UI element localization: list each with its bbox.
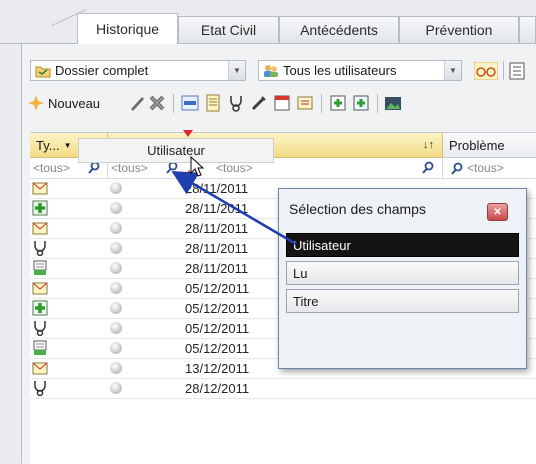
toolbar-separator bbox=[321, 94, 322, 113]
search-icon[interactable] bbox=[451, 162, 463, 175]
filter-probleme[interactable]: <tous> bbox=[443, 158, 536, 178]
tab-overflow[interactable] bbox=[519, 16, 536, 43]
edit-icon[interactable] bbox=[128, 94, 146, 112]
read-status-icon bbox=[110, 302, 122, 314]
add-record-icon[interactable] bbox=[329, 94, 347, 112]
glasses-icon[interactable] bbox=[474, 62, 498, 80]
tab-label: Antécédents bbox=[300, 22, 378, 38]
dossier-combo-value: Dossier complet bbox=[55, 63, 149, 78]
row-date: 28/11/2011 bbox=[185, 221, 249, 236]
stethoscope-icon bbox=[34, 321, 46, 336]
close-icon[interactable]: ✕ bbox=[487, 203, 508, 221]
row-date: 05/12/2011 bbox=[185, 341, 250, 356]
toolbar-separator bbox=[377, 94, 378, 113]
field-item-utilisateur[interactable]: Utilisateur bbox=[286, 233, 519, 257]
stethoscope-icon bbox=[34, 241, 46, 256]
mouse-cursor-icon bbox=[190, 156, 205, 177]
report-icon bbox=[33, 340, 47, 355]
row-date: 28/11/2011 bbox=[185, 201, 249, 216]
folder-icon bbox=[35, 66, 51, 77]
tab-historique[interactable]: Historique bbox=[77, 13, 178, 44]
tab-prevention[interactable]: Prévention bbox=[399, 16, 519, 43]
field-chooser-dialog: Sélection des champs ✕ Utilisateur Lu Ti… bbox=[278, 188, 527, 369]
mail-icon bbox=[32, 282, 48, 295]
html-doc-icon[interactable] bbox=[181, 94, 199, 112]
column-header-label: Ty... bbox=[36, 137, 60, 153]
users-combo-value: Tous les utilisateurs bbox=[283, 63, 397, 78]
mail-icon bbox=[32, 362, 48, 375]
read-status-icon bbox=[110, 362, 122, 374]
image-icon[interactable] bbox=[384, 94, 402, 112]
row-date: 28/11/2011 bbox=[185, 261, 249, 276]
read-status-icon bbox=[110, 202, 122, 214]
row-date: 05/12/2011 bbox=[185, 321, 250, 336]
field-item-label: Lu bbox=[293, 265, 308, 281]
read-status-icon bbox=[110, 182, 122, 194]
filter-value: <tous> bbox=[216, 161, 253, 175]
column-header-label: Problème bbox=[449, 137, 505, 153]
filter-toolbar: Dossier complet ▼ Tous les utilisateurs … bbox=[22, 54, 536, 84]
users-icon bbox=[264, 64, 278, 77]
dragged-column-header[interactable]: Utilisateur bbox=[78, 138, 274, 163]
read-status-icon bbox=[110, 382, 122, 394]
new-button-label: Nouveau bbox=[48, 95, 101, 111]
filter-value: <tous> bbox=[33, 161, 70, 175]
form-icon[interactable] bbox=[273, 94, 291, 112]
sort-icon: ↓↑ bbox=[423, 139, 434, 151]
add-doc-icon bbox=[32, 200, 48, 216]
read-status-icon bbox=[110, 282, 122, 294]
dossier-combo[interactable]: Dossier complet ▼ bbox=[30, 60, 246, 81]
row-date: 28/12/2011 bbox=[185, 381, 250, 396]
tab-bar: Historique Etat Civil Antécédents Préven… bbox=[0, 9, 536, 44]
filter-value: <tous> bbox=[467, 161, 504, 175]
delete-icon[interactable] bbox=[148, 94, 166, 112]
search-icon[interactable] bbox=[422, 161, 434, 174]
read-status-icon bbox=[110, 222, 122, 234]
users-combo[interactable]: Tous les utilisateurs ▼ bbox=[258, 60, 462, 81]
add-doc-icon bbox=[32, 300, 48, 316]
report-icon bbox=[33, 260, 47, 275]
read-status-icon bbox=[110, 262, 122, 274]
tab-label: Historique bbox=[95, 21, 160, 37]
field-chooser-title: Sélection des champs bbox=[289, 201, 426, 217]
chevron-down-icon[interactable]: ▼ bbox=[228, 61, 245, 80]
new-button[interactable]: Nouveau bbox=[28, 91, 100, 115]
filter-value: <tous> bbox=[111, 161, 148, 175]
add-record-alt-icon[interactable] bbox=[352, 94, 370, 112]
row-date: 28/11/2011 bbox=[185, 181, 249, 196]
chevron-down-icon[interactable]: ▼ bbox=[444, 61, 461, 80]
row-date: 05/12/2011 bbox=[185, 281, 250, 296]
row-date: 28/11/2011 bbox=[185, 241, 249, 256]
column-header-probleme[interactable]: Problème bbox=[443, 133, 536, 158]
toolbar-separator bbox=[173, 94, 174, 113]
letter-icon[interactable] bbox=[296, 94, 314, 112]
toolbar-separator bbox=[503, 61, 504, 80]
read-status-icon bbox=[110, 242, 122, 254]
stethoscope-icon[interactable] bbox=[227, 94, 245, 112]
field-item-titre[interactable]: Titre bbox=[286, 289, 519, 313]
tab-label: Prévention bbox=[425, 22, 493, 38]
action-toolbar: Nouveau bbox=[22, 87, 536, 117]
table-row[interactable]: 28/12/2011 bbox=[30, 379, 536, 399]
field-item-lu[interactable]: Lu bbox=[286, 261, 519, 285]
read-status-icon bbox=[110, 322, 122, 334]
tab-antecedents[interactable]: Antécédents bbox=[279, 16, 399, 43]
read-status-icon bbox=[110, 342, 122, 354]
field-item-label: Titre bbox=[293, 293, 319, 309]
row-date: 13/12/2011 bbox=[185, 361, 250, 376]
row-date: 05/12/2011 bbox=[185, 301, 250, 316]
tab-etat-civil[interactable]: Etat Civil bbox=[178, 16, 279, 43]
stethoscope-icon bbox=[34, 381, 46, 396]
tab-label: Etat Civil bbox=[200, 22, 257, 38]
field-item-label: Utilisateur bbox=[293, 237, 351, 253]
mail-icon bbox=[32, 222, 48, 235]
syringe-icon[interactable] bbox=[250, 94, 268, 112]
list-icon[interactable] bbox=[509, 62, 525, 80]
field-chooser-list: Utilisateur Lu Titre bbox=[286, 233, 519, 317]
drop-marker-top bbox=[183, 130, 193, 137]
document-icon[interactable] bbox=[204, 94, 222, 112]
mail-icon bbox=[32, 182, 48, 195]
sparkle-icon bbox=[28, 95, 44, 111]
chevron-down-icon: ▼ bbox=[63, 140, 72, 150]
